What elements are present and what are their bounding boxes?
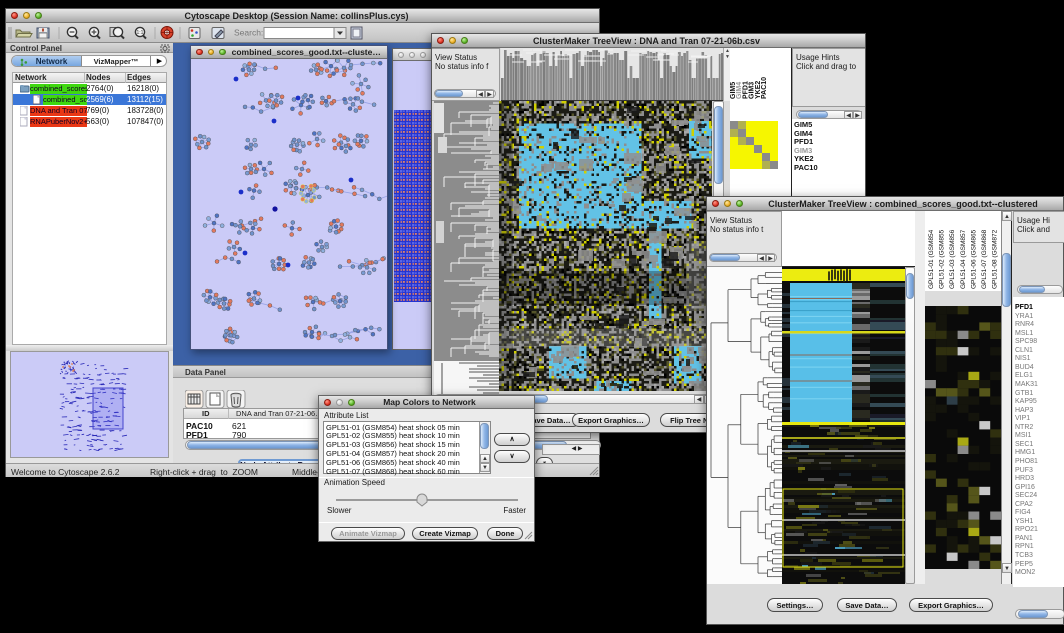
svg-text:GPL51-03 (GSM856: GPL51-03 (GSM856 (949, 229, 956, 289)
svg-text:PAC10: PAC10 (761, 77, 768, 99)
svg-text:GPL51-06 (GSM865: GPL51-06 (GSM865 (970, 229, 977, 289)
svg-text:GPL51-07 (GSM868: GPL51-07 (GSM868 (981, 229, 988, 289)
svg-text:GPL51-02 (GSM855: GPL51-02 (GSM855 (939, 229, 946, 289)
svg-text:GPL51-01 (GSM854: GPL51-01 (GSM854 (928, 229, 935, 289)
svg-text:Search:: Search: (234, 28, 263, 38)
svg-text:GPL51-04 (GSM857: GPL51-04 (GSM857 (960, 229, 967, 289)
svg-text:1:1: 1:1 (137, 30, 144, 36)
svg-text:GPL51-08 (GSM872: GPL51-08 (GSM872 (992, 229, 999, 289)
